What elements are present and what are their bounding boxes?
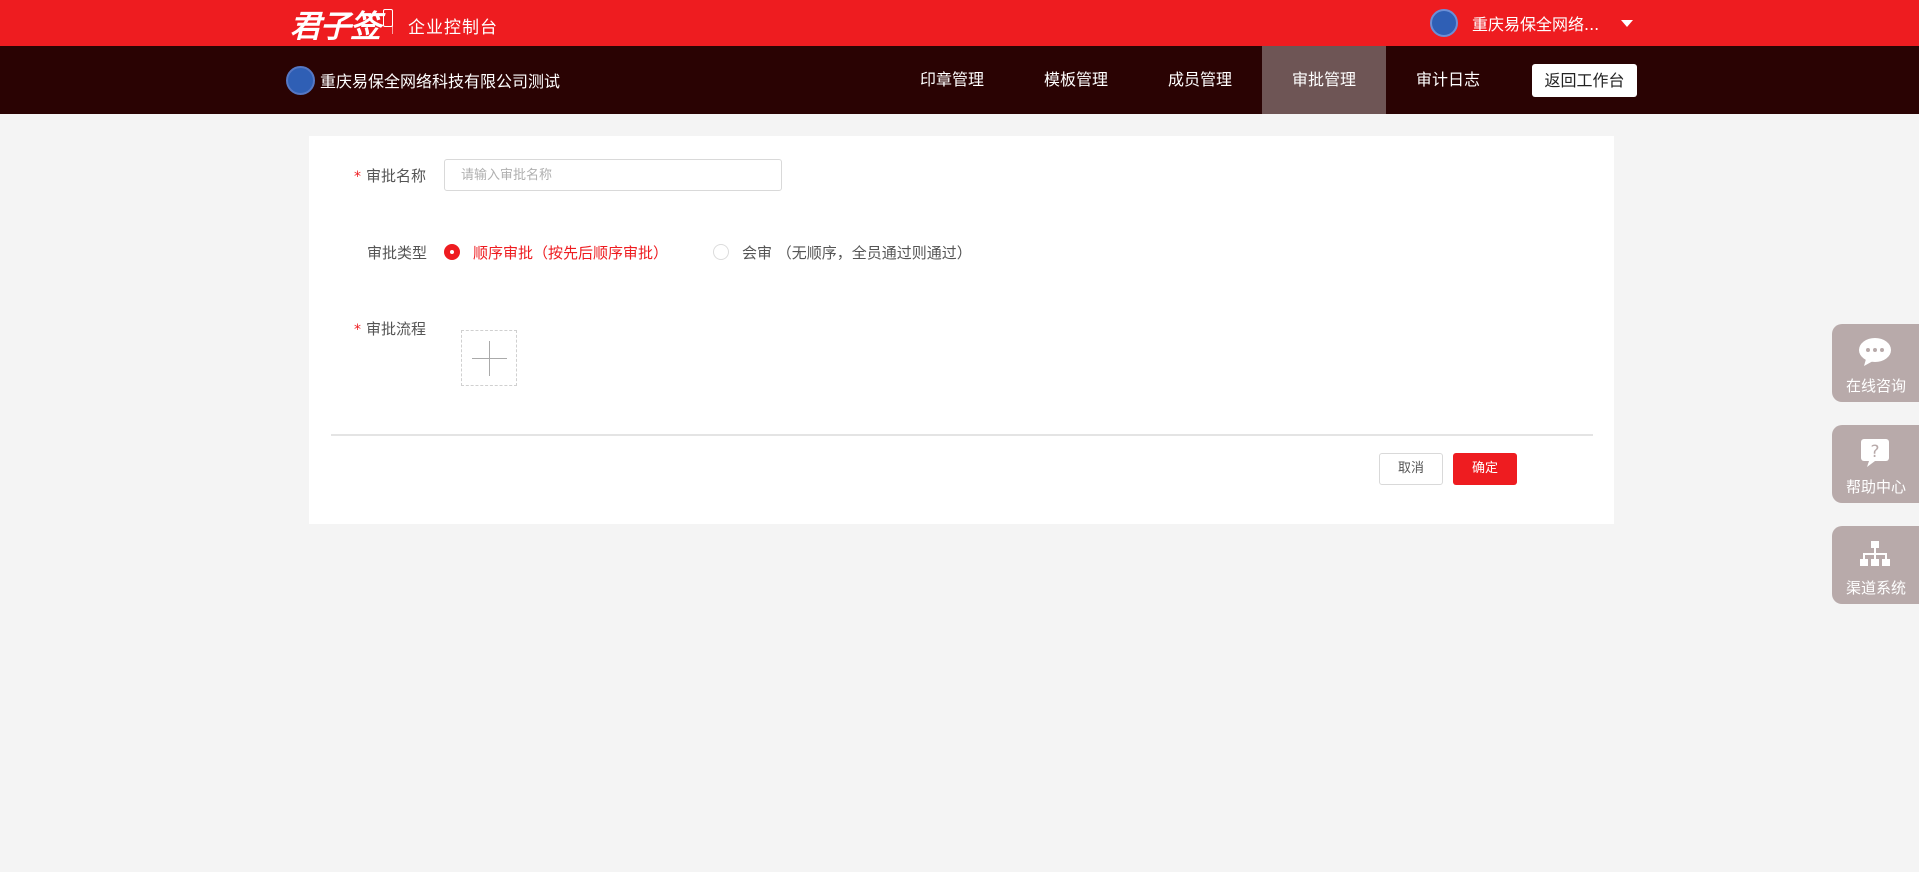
- tab-template-management[interactable]: 模板管理: [1014, 46, 1138, 114]
- channel-system-label: 渠道系统: [1846, 579, 1907, 597]
- online-consult-widget[interactable]: 在线咨询: [1832, 324, 1919, 402]
- help-center-widget[interactable]: ? 帮助中心: [1832, 425, 1919, 503]
- confirm-button[interactable]: 确定: [1453, 453, 1517, 485]
- cancel-button[interactable]: 取消: [1379, 453, 1443, 485]
- tab-member-management[interactable]: 成员管理: [1138, 46, 1262, 114]
- required-mark: *: [354, 169, 361, 185]
- company-avatar: [286, 65, 315, 95]
- main-nav: 重庆易保全网络科技有限公司测试 印章管理 模板管理 成员管理 审批管理 审计日志…: [0, 46, 1919, 114]
- tab-seal-management[interactable]: 印章管理: [890, 46, 1014, 114]
- back-to-workbench-button[interactable]: 返回工作台: [1532, 64, 1637, 97]
- radio-sequential-label: 顺序审批（按先后顺序审批）: [473, 243, 669, 262]
- help-center-label: 帮助中心: [1846, 478, 1907, 496]
- user-avatar: [1430, 9, 1458, 37]
- top-bar: 君子签 企业控制台 重庆易保全网络...: [0, 0, 1919, 46]
- user-name: 重庆易保全网络...: [1472, 15, 1600, 34]
- header-divider: [392, 16, 393, 34]
- approval-flow-label: * 审批流程: [354, 318, 426, 339]
- radio-joint-review[interactable]: 会审 （无顺序，全员通过则通过）: [713, 242, 972, 262]
- nav-tabs: 印章管理 模板管理 成员管理 审批管理 审计日志: [890, 46, 1510, 114]
- approval-name-label-text: 审批名称: [366, 167, 427, 185]
- company-name: 重庆易保全网络科技有限公司测试: [320, 72, 561, 91]
- tab-approval-management[interactable]: 审批管理: [1262, 46, 1386, 114]
- approval-form-panel: * 审批名称 审批类型 顺序审批（按先后顺序审批） 会审 （无顺序，全员通过则通过…: [309, 136, 1614, 524]
- channel-system-widget[interactable]: 渠道系统: [1832, 526, 1919, 604]
- user-menu[interactable]: 重庆易保全网络...: [1430, 9, 1634, 37]
- required-mark: *: [354, 322, 361, 338]
- chat-bubble-icon: [1859, 338, 1891, 366]
- plus-icon-vertical: [489, 341, 490, 376]
- radio-joint-review-label: 会审 （无顺序，全员通过则通过）: [742, 243, 972, 262]
- approval-type-label: 审批类型: [367, 244, 428, 262]
- caret-down-icon[interactable]: [1621, 19, 1634, 27]
- approval-name-label: * 审批名称: [354, 165, 426, 186]
- logo-text: 君子签: [290, 8, 381, 45]
- brand-logo[interactable]: 君子签: [290, 4, 393, 45]
- question-icon: ?: [1861, 439, 1889, 467]
- approval-name-input[interactable]: [444, 159, 782, 191]
- company-info: 重庆易保全网络科技有限公司测试: [286, 65, 560, 95]
- org-chart-icon: [1860, 541, 1890, 566]
- radio-sequential[interactable]: 顺序审批（按先后顺序审批）: [444, 242, 668, 262]
- form-divider: [331, 434, 1593, 436]
- approval-flow-label-text: 审批流程: [366, 320, 427, 338]
- online-consult-label: 在线咨询: [1846, 377, 1907, 395]
- radio-joint-review-icon[interactable]: [713, 244, 729, 260]
- svg-text:?: ?: [1870, 442, 1879, 462]
- add-approver-button[interactable]: [461, 330, 517, 386]
- radio-sequential-icon[interactable]: [444, 244, 460, 260]
- console-title: 企业控制台: [408, 18, 498, 38]
- tab-audit-log[interactable]: 审计日志: [1386, 46, 1510, 114]
